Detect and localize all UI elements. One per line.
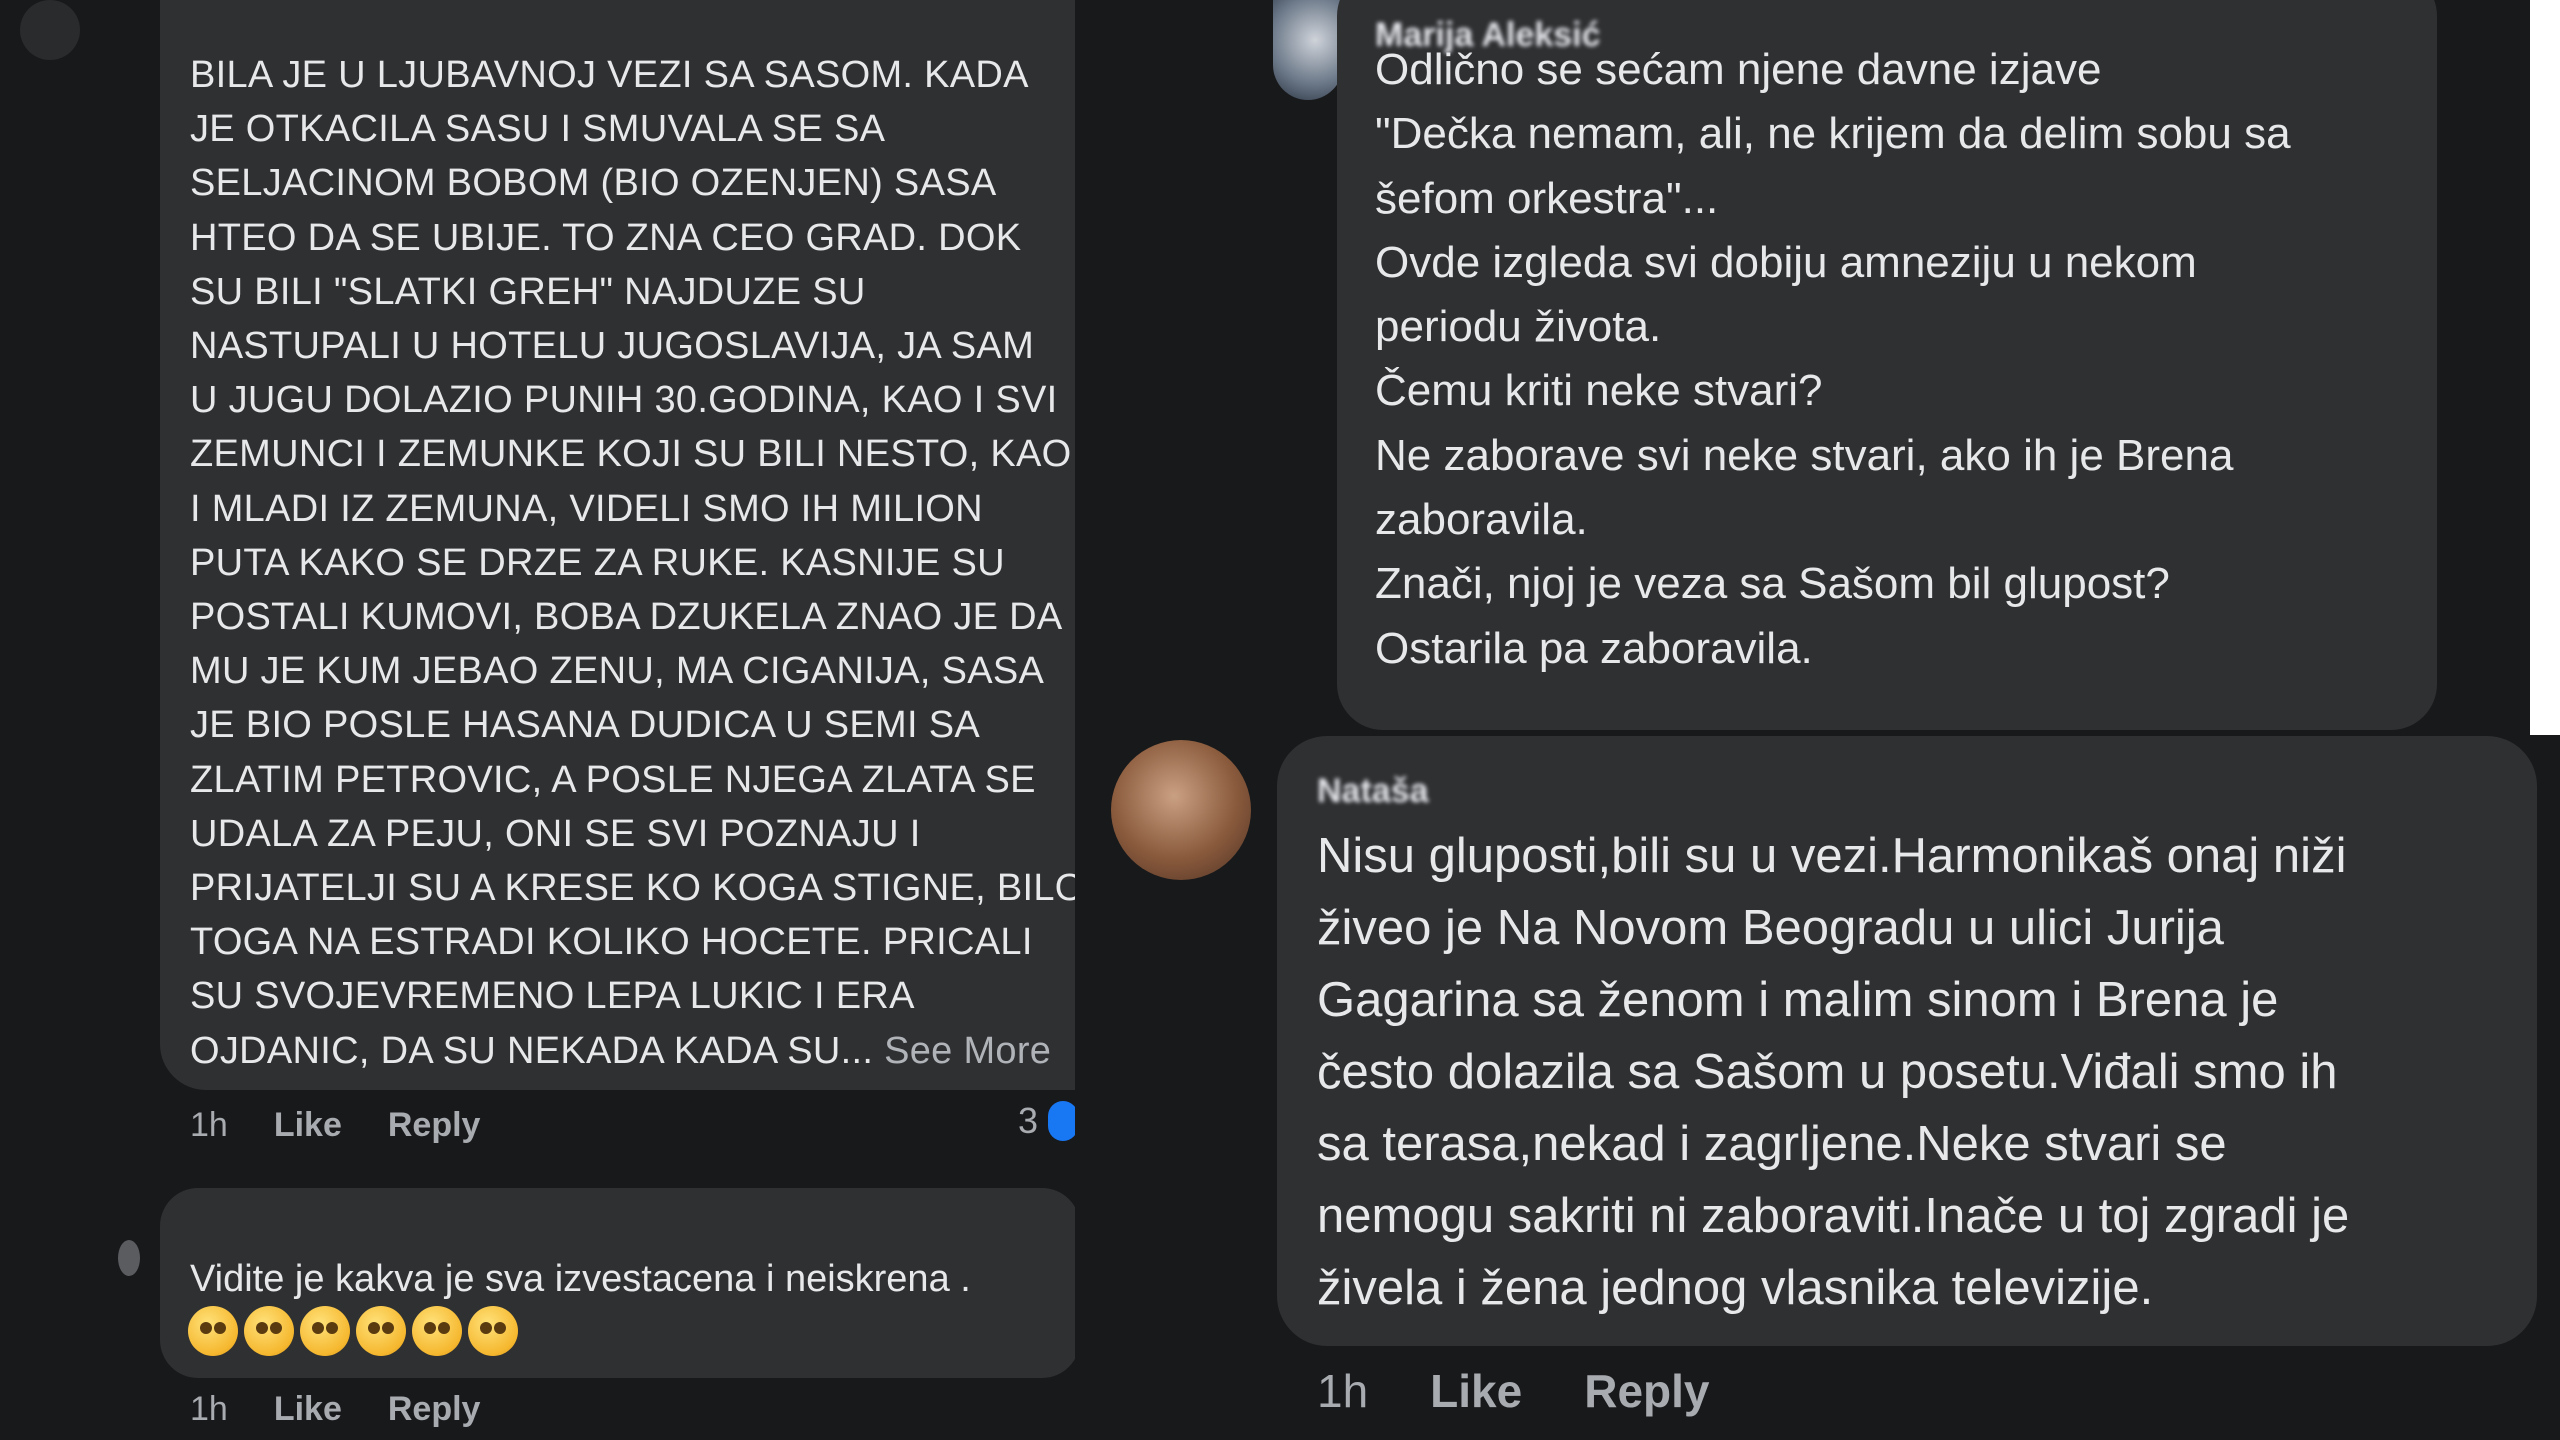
reply-button[interactable]: Reply bbox=[388, 1106, 481, 1145]
comment-body: Odlično se sećam njene davne izjave "Deč… bbox=[1375, 45, 2291, 673]
see-more-link[interactable]: See More bbox=[884, 1030, 1051, 1072]
emoji-row bbox=[188, 1306, 518, 1356]
face-with-monocle-icon bbox=[244, 1306, 294, 1356]
comment-bubble: Marija Aleksić Odlično se sećam njene da… bbox=[1337, 0, 2437, 730]
screenshot-edge bbox=[2530, 0, 2560, 735]
comment-time[interactable]: 1h bbox=[1317, 1364, 1368, 1418]
comment-text: BILA JE U LJUBAVNOJ VEZI SA SASOM. KADA … bbox=[190, 48, 1075, 1078]
right-comment-panel: Marija Aleksić Odlično se sećam njene da… bbox=[1075, 0, 2560, 1440]
like-button[interactable]: Like bbox=[1430, 1364, 1522, 1418]
like-reaction-icon bbox=[1048, 1101, 1075, 1141]
like-button[interactable]: Like bbox=[274, 1106, 342, 1145]
avatar[interactable] bbox=[1273, 0, 1343, 100]
comment-body: BILA JE U LJUBAVNOJ VEZI SA SASOM. KADA … bbox=[190, 54, 1075, 1072]
thinking-face-icon bbox=[356, 1306, 406, 1356]
avatar[interactable] bbox=[118, 1240, 140, 1276]
comment-bubble: Nataša Nisu gluposti,bili su u vezi.Harm… bbox=[1277, 736, 2537, 1346]
reaction-count: 3 bbox=[1018, 1100, 1039, 1141]
left-comment-panel: BILA JE U LJUBAVNOJ VEZI SA SASOM. KADA … bbox=[0, 0, 1075, 1440]
comment-bubble: Vidite je kakva je sva izvestacena i nei… bbox=[160, 1188, 1075, 1378]
comment-body: Nisu gluposti,bili su u vezi.Harmonikaš … bbox=[1317, 829, 2350, 1315]
reaction-summary[interactable]: 3 bbox=[1018, 1100, 1075, 1142]
like-button[interactable]: Like bbox=[274, 1390, 342, 1429]
comment-body: Vidite je kakva je sva izvestacena i nei… bbox=[190, 1258, 971, 1300]
avatar[interactable] bbox=[20, 0, 80, 60]
face-with-monocle-icon bbox=[188, 1306, 238, 1356]
reply-button[interactable]: Reply bbox=[1584, 1364, 1709, 1418]
thinking-face-icon bbox=[412, 1306, 462, 1356]
comment-time[interactable]: 1h bbox=[190, 1390, 228, 1429]
thinking-face-icon bbox=[468, 1306, 518, 1356]
comment-actions: 1h Like Reply bbox=[190, 1106, 480, 1145]
reply-button[interactable]: Reply bbox=[388, 1390, 481, 1429]
face-with-monocle-icon bbox=[300, 1306, 350, 1356]
avatar[interactable] bbox=[1111, 740, 1251, 880]
comment-actions: 1h Like Reply bbox=[1317, 1364, 1709, 1418]
comment-time[interactable]: 1h bbox=[190, 1106, 228, 1145]
comment-author[interactable]: Nataša bbox=[1317, 772, 1429, 811]
comment-bubble: BILA JE U LJUBAVNOJ VEZI SA SASOM. KADA … bbox=[160, 0, 1075, 1090]
comment-actions: 1h Like Reply bbox=[190, 1390, 480, 1429]
